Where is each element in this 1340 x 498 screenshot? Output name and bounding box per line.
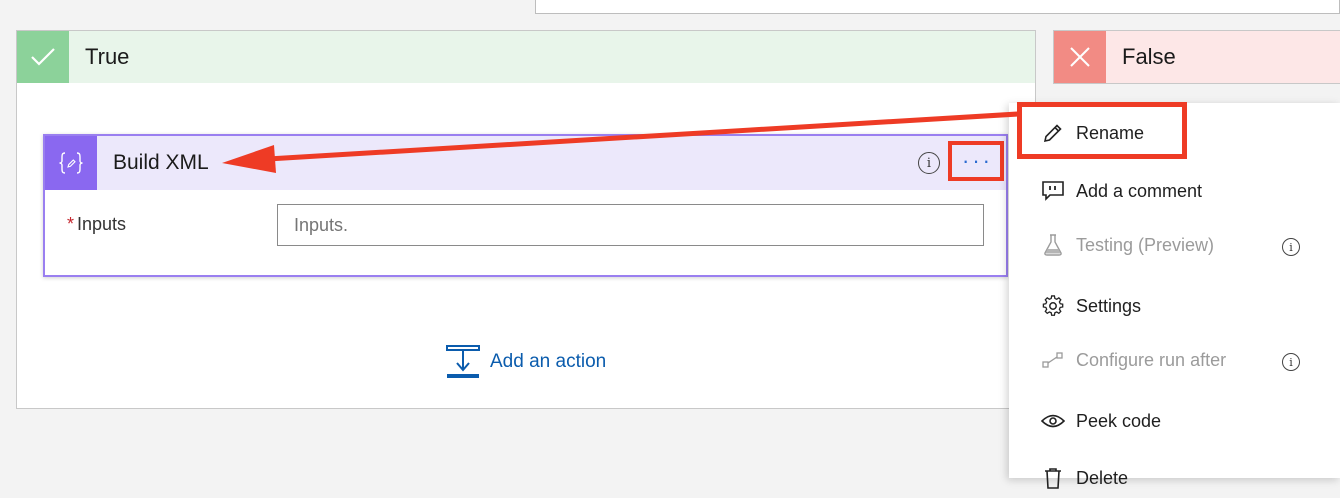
trash-icon: [1041, 466, 1065, 490]
required-mark: *: [67, 214, 75, 234]
comment-icon: [1041, 179, 1065, 203]
menu-item-add-comment[interactable]: Add a comment: [1009, 171, 1340, 211]
upper-container: [535, 0, 1340, 14]
info-icon[interactable]: i: [1282, 238, 1300, 256]
true-branch-title: True: [85, 44, 130, 69]
run-after-icon: [1041, 348, 1065, 372]
action-context-menu: Rename Add a comment Testing (Preview) i…: [1009, 103, 1340, 489]
inputs-label-text: Inputs: [77, 214, 127, 234]
checkmark-icon: [17, 31, 69, 83]
annotation-highlight-more: [948, 141, 1004, 181]
menu-item-label: Settings: [1076, 295, 1142, 316]
menu-item-delete[interactable]: Delete: [1009, 458, 1340, 498]
annotation-highlight-rename: [1017, 102, 1187, 159]
info-icon[interactable]: i: [918, 152, 940, 174]
info-icon[interactable]: i: [1282, 353, 1300, 371]
false-branch-title: False: [1122, 44, 1176, 69]
add-action-icon: [446, 345, 480, 378]
menu-item-configure-run-after[interactable]: Configure run after i: [1009, 340, 1340, 380]
build-xml-action-card: Build XML i ··· * Inputs: [43, 134, 1008, 277]
menu-item-label: Add a comment: [1076, 180, 1203, 201]
eye-icon: [1041, 409, 1065, 433]
menu-item-label: Testing (Preview): [1076, 234, 1215, 255]
action-card-header[interactable]: Build XML i ···: [45, 136, 1006, 190]
code-braces-icon: [45, 136, 97, 190]
menu-item-label: Peek code: [1076, 410, 1162, 431]
gear-icon: [1041, 294, 1065, 318]
false-branch: False: [1053, 30, 1340, 84]
true-branch-header[interactable]: True: [17, 31, 1035, 83]
action-title[interactable]: Build XML: [113, 151, 209, 175]
add-action-button[interactable]: Add an action: [446, 345, 606, 379]
flask-icon: [1041, 233, 1065, 257]
menu-item-settings[interactable]: Settings: [1009, 286, 1340, 326]
menu-item-peek-code[interactable]: Peek code: [1009, 401, 1340, 441]
menu-item-label: Configure run after: [1076, 349, 1227, 370]
menu-item-label: Delete: [1076, 467, 1129, 488]
inputs-label: * Inputs: [67, 214, 126, 235]
add-action-label: Add an action: [490, 351, 607, 372]
menu-item-testing[interactable]: Testing (Preview) i: [1009, 225, 1340, 265]
false-branch-header[interactable]: False: [1054, 31, 1340, 83]
close-icon: [1054, 31, 1106, 83]
inputs-field[interactable]: [277, 204, 984, 246]
